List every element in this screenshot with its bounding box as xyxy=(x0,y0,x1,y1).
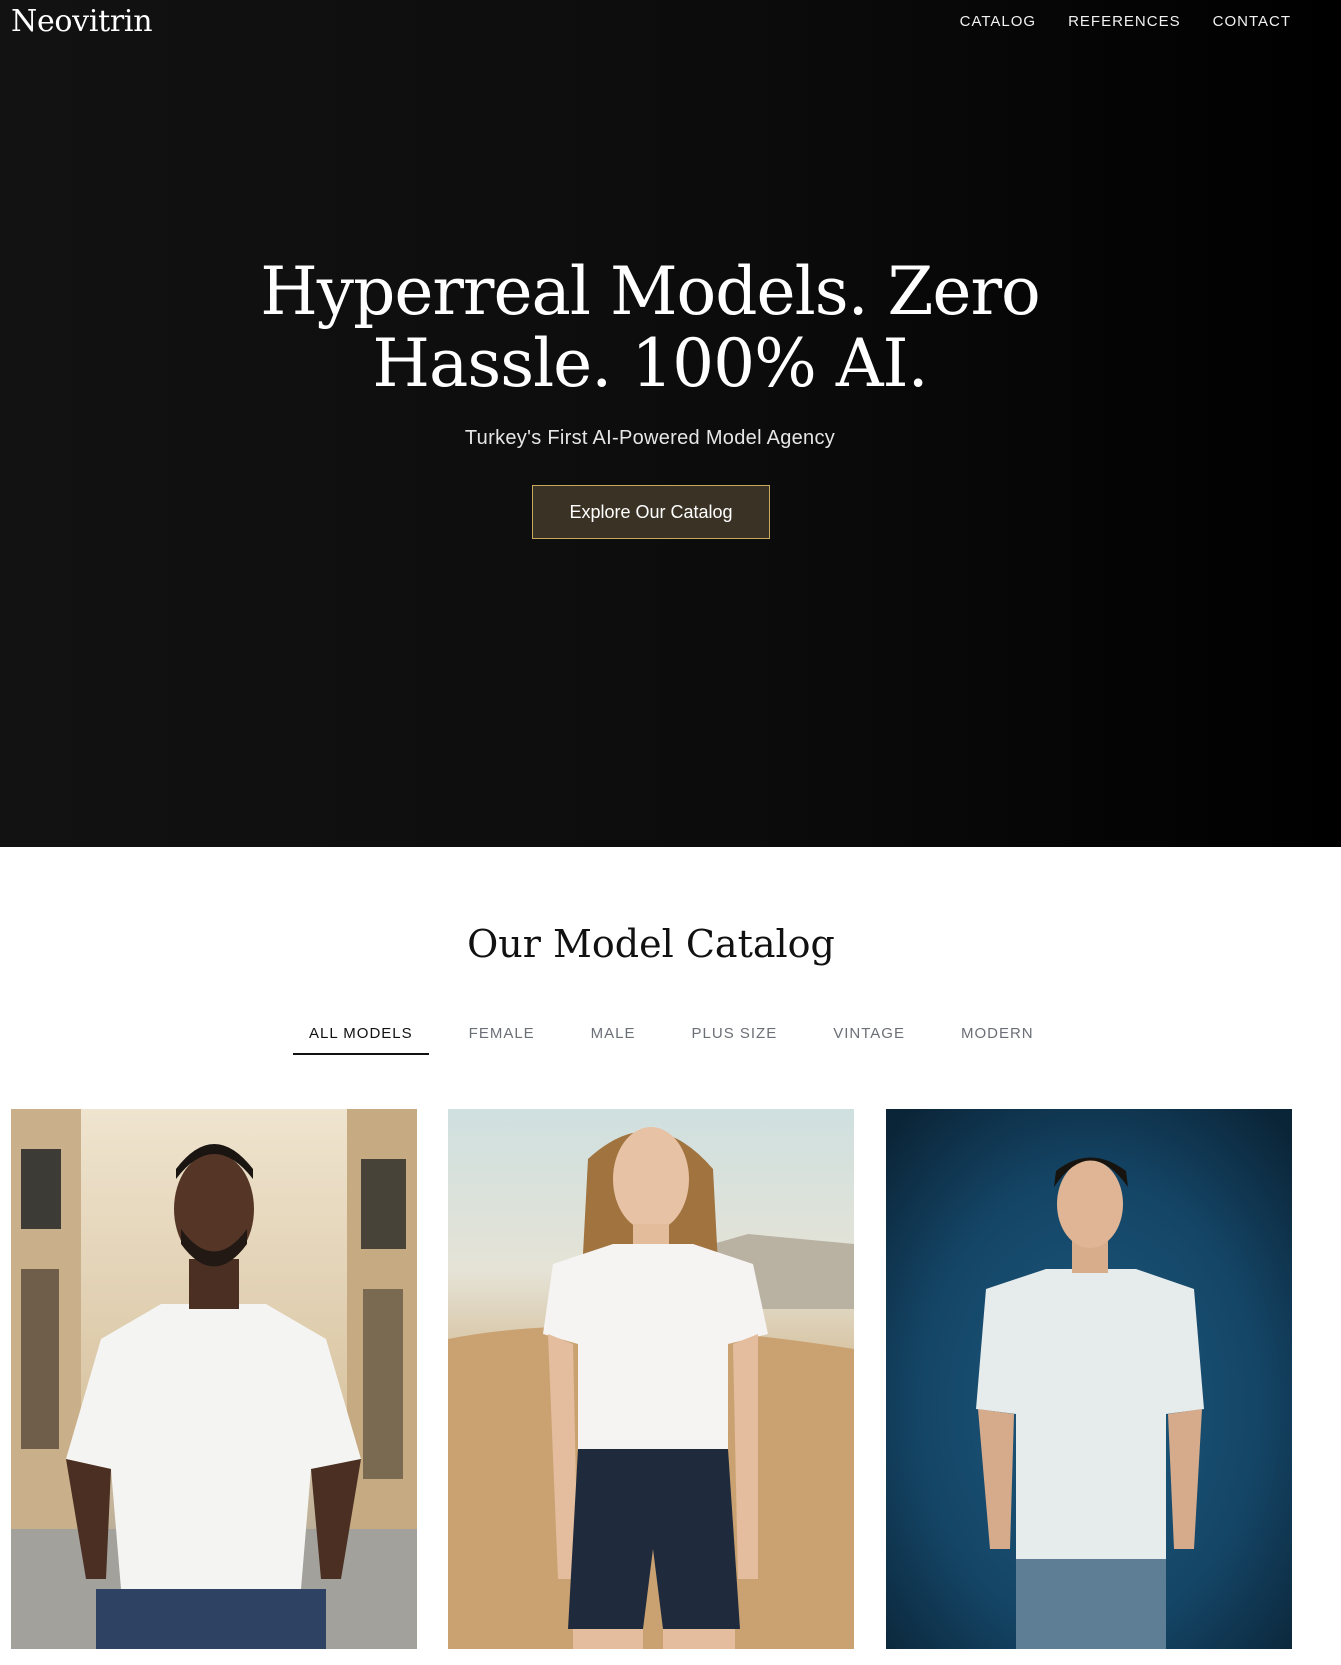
model-photo xyxy=(11,1109,417,1649)
explore-catalog-button[interactable]: Explore Our Catalog xyxy=(532,485,770,539)
model-card[interactable] xyxy=(886,1109,1292,1649)
model-card[interactable] xyxy=(11,1109,417,1649)
catalog-title: Our Model Catalog xyxy=(467,922,835,966)
nav-link-contact[interactable]: CONTACT xyxy=(1213,13,1291,30)
filter-all-models[interactable]: ALL MODELS xyxy=(293,1020,429,1055)
filter-male[interactable]: MALE xyxy=(575,1020,652,1055)
model-photo xyxy=(448,1109,854,1649)
hero-section: Neovitrin CATALOG REFERENCES CONTACT Hyp… xyxy=(0,0,1341,847)
filter-modern[interactable]: MODERN xyxy=(945,1020,1050,1055)
model-card[interactable] xyxy=(448,1109,854,1649)
logo[interactable]: Neovitrin xyxy=(11,4,153,39)
hero-subtitle: Turkey's First AI-Powered Model Agency xyxy=(464,427,836,449)
model-photo xyxy=(886,1109,1292,1649)
catalog-filters: ALL MODELS FEMALE MALE PLUS SIZE VINTAGE… xyxy=(293,1020,1074,1055)
filter-female[interactable]: FEMALE xyxy=(453,1020,551,1055)
nav-link-catalog[interactable]: CATALOG xyxy=(960,13,1036,30)
hero-title: Hyperreal Models. Zero Hassle. 100% AI. xyxy=(210,256,1090,400)
hero-title-line-1: Hyperreal Models. Zero xyxy=(260,253,1041,330)
main-nav: CATALOG REFERENCES CONTACT xyxy=(960,13,1291,30)
filter-vintage[interactable]: VINTAGE xyxy=(817,1020,921,1055)
filter-plus-size[interactable]: PLUS SIZE xyxy=(676,1020,794,1055)
nav-link-references[interactable]: REFERENCES xyxy=(1068,13,1181,30)
hero-title-line-2: Hassle. 100% AI. xyxy=(372,325,928,402)
